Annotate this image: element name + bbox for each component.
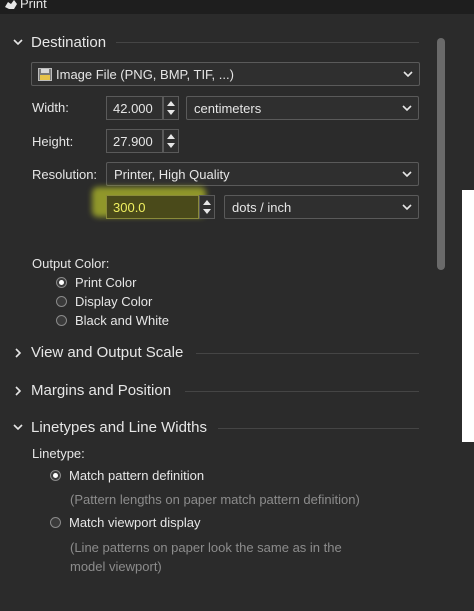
match-viewport-hint-line2: model viewport) [70, 559, 162, 574]
window-title: Print [20, 0, 47, 11]
width-spinner[interactable] [163, 96, 179, 120]
arrow-down-icon[interactable] [167, 110, 175, 116]
dpi-units-select[interactable]: dots / inch [224, 195, 419, 219]
section-margins-position[interactable]: Margins and Position [31, 382, 171, 399]
display-color-label[interactable]: Display Color [75, 294, 152, 309]
resolution-label: Resolution: [32, 167, 98, 182]
printer-value: Image File (PNG, BMP, TIF, ...) [56, 67, 234, 82]
printer-select[interactable]: Image File (PNG, BMP, TIF, ...) [31, 62, 420, 86]
print-preview-pane [462, 190, 474, 442]
chevron-down-icon [402, 105, 412, 112]
dpi-input[interactable]: 300.0 [106, 195, 199, 219]
height-spinner[interactable] [163, 129, 179, 153]
resolution-value: Printer, High Quality [114, 167, 230, 182]
section-view-output-scale[interactable]: View and Output Scale [31, 344, 183, 361]
chevron-right-icon[interactable] [12, 347, 24, 359]
units-select[interactable]: centimeters [186, 96, 419, 120]
height-input[interactable]: 27.900 [106, 129, 163, 153]
width-label: Width: [32, 100, 69, 115]
radio-match-pattern[interactable] [50, 470, 61, 481]
black-white-label[interactable]: Black and White [75, 313, 169, 328]
chevron-down-icon[interactable] [12, 36, 24, 48]
dpi-units-value: dots / inch [232, 200, 292, 215]
title-bar [0, 0, 474, 14]
radio-display-color[interactable] [56, 296, 67, 307]
dpi-value: 300.0 [113, 200, 146, 215]
units-value: centimeters [194, 101, 262, 116]
height-value: 27.900 [113, 134, 153, 149]
arrow-up-icon[interactable] [167, 133, 175, 139]
radio-match-viewport[interactable] [50, 517, 61, 528]
match-pattern-label[interactable]: Match pattern definition [69, 468, 204, 483]
section-destination[interactable]: Destination [31, 34, 106, 51]
radio-black-white[interactable] [56, 315, 67, 326]
arrow-up-icon[interactable] [167, 100, 175, 106]
arrow-up-icon[interactable] [203, 199, 211, 205]
width-input[interactable]: 42.000 [106, 96, 163, 120]
chevron-down-icon [402, 204, 412, 211]
radio-print-color[interactable] [56, 277, 67, 288]
match-viewport-hint-line1: (Line patterns on paper look the same as… [70, 540, 342, 555]
linetype-label: Linetype: [32, 446, 85, 461]
resolution-select[interactable]: Printer, High Quality [106, 162, 419, 186]
match-viewport-label[interactable]: Match viewport display [69, 515, 201, 530]
section-separator [218, 428, 419, 429]
chevron-down-icon[interactable] [12, 421, 24, 433]
chevron-down-icon [402, 171, 412, 178]
section-separator [185, 391, 419, 392]
arrow-down-icon[interactable] [203, 209, 211, 215]
chevron-down-icon [403, 71, 413, 78]
match-pattern-hint: (Pattern lengths on paper match pattern … [70, 492, 360, 507]
scrollbar-thumb[interactable] [437, 38, 445, 270]
output-color-label: Output Color: [32, 256, 110, 271]
width-value: 42.000 [113, 101, 153, 116]
rhino-app-icon [5, 0, 17, 9]
dpi-spinner[interactable] [199, 195, 215, 219]
floppy-disk-icon [38, 68, 52, 81]
height-label: Height: [32, 134, 74, 149]
section-separator [196, 353, 419, 354]
print-color-label[interactable]: Print Color [75, 275, 136, 290]
chevron-right-icon[interactable] [12, 385, 24, 397]
section-separator [116, 42, 419, 43]
arrow-down-icon[interactable] [167, 143, 175, 149]
section-linetypes[interactable]: Linetypes and Line Widths [31, 419, 207, 436]
